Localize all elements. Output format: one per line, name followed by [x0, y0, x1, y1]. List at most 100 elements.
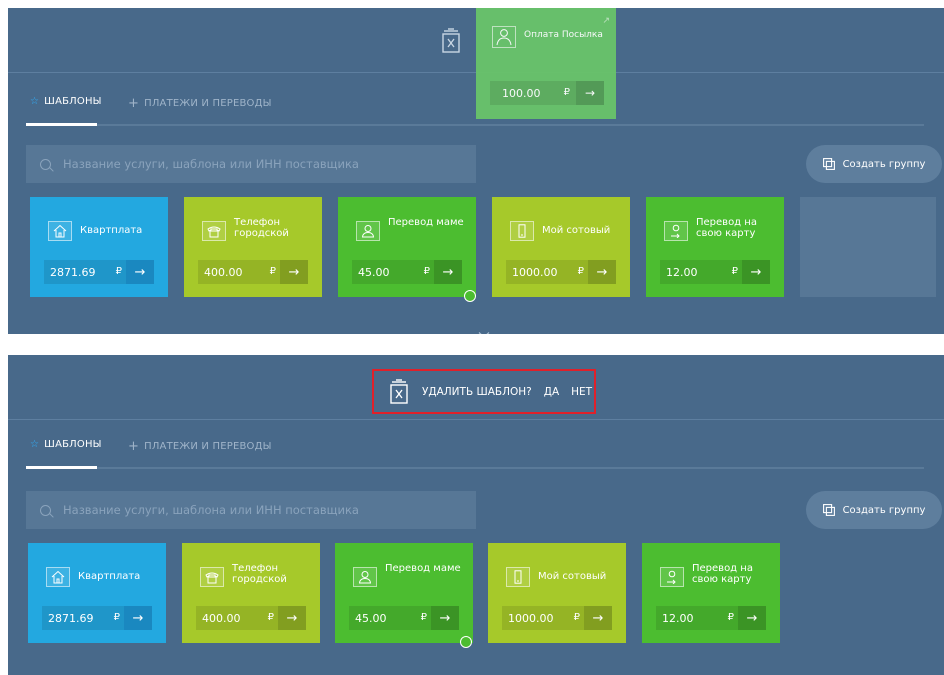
- trash-icon: [388, 378, 410, 405]
- template-card-transfer-mom[interactable]: Перевод маме 45.00 ₽ →: [338, 197, 476, 297]
- amount-value: 400.00: [204, 265, 243, 279]
- chevron-down-icon[interactable]: [478, 667, 490, 673]
- search-input[interactable]: Название услуги, шаблона или ИНН поставщ…: [26, 145, 476, 183]
- transfer-icon: [664, 221, 688, 241]
- template-card-own-card[interactable]: Перевод на свою карту 12.00 ₽ →: [646, 197, 784, 297]
- create-group-button[interactable]: Создать группу: [806, 145, 942, 183]
- amount-field[interactable]: 1000.00 ₽ →: [506, 260, 616, 284]
- active-tab-underline: [26, 466, 97, 469]
- template-card-landline[interactable]: Телефон городской 400.00 ₽ →: [184, 197, 322, 297]
- amount-field[interactable]: 400.00 ₽ →: [198, 260, 308, 284]
- pay-arrow-button[interactable]: →: [742, 260, 770, 284]
- amount-field[interactable]: 1000.00 ₽ →: [502, 606, 612, 630]
- house-icon: [48, 221, 72, 241]
- card-title: Перевод на свою карту: [696, 217, 757, 239]
- tab-payments[interactable]: + ПЛАТЕЖИ И ПЕРЕВОДЫ: [128, 96, 272, 111]
- amount-field[interactable]: 45.00 ₽ →: [349, 606, 459, 630]
- pay-arrow-button[interactable]: →: [576, 81, 604, 105]
- currency-label: ₽: [267, 612, 274, 623]
- amount-field[interactable]: 100.00 ₽ →: [490, 81, 604, 105]
- phone-icon: [200, 567, 224, 587]
- currency-label: ₽: [731, 266, 738, 277]
- chevron-down-icon[interactable]: [478, 323, 490, 334]
- pay-arrow-button[interactable]: →: [124, 606, 152, 630]
- search-icon: [40, 504, 51, 516]
- mobile-icon: [506, 567, 530, 587]
- dragged-card-title: Оплата Посылка: [524, 30, 603, 40]
- card-title: Телефон городской: [232, 563, 287, 585]
- chat-bubble-icon[interactable]: [464, 290, 476, 302]
- person-icon: [353, 567, 377, 587]
- tab-label: ПЛАТЕЖИ И ПЕРЕВОДЫ: [144, 98, 272, 109]
- pay-arrow-button[interactable]: →: [278, 606, 306, 630]
- amount-field[interactable]: 12.00 ₽ →: [660, 260, 770, 284]
- card-title: Телефон городской: [234, 217, 289, 239]
- person-icon: [356, 221, 380, 241]
- amount-value: 12.00: [662, 611, 694, 625]
- currency-label: ₽: [115, 266, 122, 277]
- pay-arrow-button[interactable]: →: [738, 606, 766, 630]
- amount-value: 100.00: [502, 86, 541, 100]
- search-icon: [40, 158, 51, 170]
- house-icon: [46, 567, 70, 587]
- template-card-landline[interactable]: Телефон городской 400.00 ₽ →: [182, 543, 320, 643]
- template-card-rent[interactable]: Квартплата 2871.69 ₽ →: [30, 197, 168, 297]
- pay-arrow-button[interactable]: →: [434, 260, 462, 284]
- template-card-own-card[interactable]: Перевод на свою карту 12.00 ₽ →: [642, 543, 780, 643]
- plus-icon: +: [128, 439, 140, 454]
- pay-arrow-button[interactable]: →: [280, 260, 308, 284]
- template-card-transfer-mom[interactable]: Перевод маме 45.00 ₽ →: [335, 543, 473, 643]
- amount-field[interactable]: 400.00 ₽ →: [196, 606, 306, 630]
- currency-label: ₽: [727, 612, 734, 623]
- confirm-no-button[interactable]: НЕТ: [571, 386, 592, 398]
- tab-templates[interactable]: ☆ ШАБЛОНЫ: [30, 439, 102, 450]
- dragged-template-card[interactable]: Оплата Посылка ↗ 100.00 ₽ →: [476, 8, 616, 119]
- card-title: Перевод маме: [385, 563, 461, 574]
- amount-value: 1000.00: [512, 265, 558, 279]
- card-title: Квартплата: [78, 571, 141, 582]
- card-title: Квартплата: [80, 225, 143, 236]
- tab-bar: ☆ ШАБЛОНЫ + ПЛАТЕЖИ И ПЕРЕВОДЫ: [8, 439, 944, 469]
- pay-arrow-button[interactable]: →: [588, 260, 616, 284]
- trash-icon[interactable]: [440, 28, 462, 54]
- template-card-mobile[interactable]: Мой сотовый 1000.00 ₽ →: [488, 543, 626, 643]
- pay-arrow-button[interactable]: →: [126, 260, 154, 284]
- create-group-button[interactable]: Создать группу: [806, 491, 942, 529]
- active-tab-underline: [26, 123, 97, 126]
- tab-templates[interactable]: ☆ ШАБЛОНЫ: [30, 96, 102, 107]
- copy-icon: [822, 158, 835, 170]
- amount-field[interactable]: 2871.69 ₽ →: [44, 260, 154, 284]
- tab-payments[interactable]: + ПЛАТЕЖИ И ПЕРЕВОДЫ: [128, 439, 272, 454]
- amount-value: 45.00: [355, 611, 387, 625]
- pay-arrow-button[interactable]: →: [584, 606, 612, 630]
- currency-label: ₽: [563, 87, 570, 98]
- currency-label: ₽: [420, 612, 427, 623]
- currency-label: ₽: [577, 266, 584, 277]
- create-group-label: Создать группу: [842, 504, 926, 516]
- transfer-icon: [660, 567, 684, 587]
- currency-label: ₽: [573, 612, 580, 623]
- tab-label: ШАБЛОНЫ: [44, 96, 102, 107]
- person-icon: [492, 26, 516, 48]
- currency-label: ₽: [113, 612, 120, 623]
- chat-bubble-icon[interactable]: [460, 636, 472, 648]
- template-card-mobile[interactable]: Мой сотовый 1000.00 ₽ →: [492, 197, 630, 297]
- confirm-bar: УДАЛИТЬ ШАБЛОН? ДА НЕТ: [8, 355, 944, 419]
- amount-field[interactable]: 12.00 ₽ →: [656, 606, 766, 630]
- card-title: Мой сотовый: [542, 225, 611, 236]
- search-input[interactable]: Название услуги, шаблона или ИНН поставщ…: [26, 491, 476, 529]
- amount-field[interactable]: 2871.69 ₽ →: [42, 606, 152, 630]
- amount-value: 1000.00: [508, 611, 554, 625]
- template-card-rent[interactable]: Квартплата 2871.69 ₽ →: [28, 543, 166, 643]
- pay-arrow-button[interactable]: →: [431, 606, 459, 630]
- star-icon: ☆: [30, 96, 40, 107]
- search-placeholder: Название услуги, шаблона или ИНН поставщ…: [63, 157, 359, 171]
- resize-handle-icon[interactable]: ↗: [602, 16, 610, 26]
- tab-rail: [26, 467, 924, 469]
- confirm-yes-button[interactable]: ДА: [544, 386, 559, 398]
- phone-icon: [202, 221, 226, 241]
- amount-field[interactable]: 45.00 ₽ →: [352, 260, 462, 284]
- empty-drop-slot: [800, 197, 936, 297]
- search-placeholder: Название услуги, шаблона или ИНН поставщ…: [63, 503, 359, 517]
- currency-label: ₽: [423, 266, 430, 277]
